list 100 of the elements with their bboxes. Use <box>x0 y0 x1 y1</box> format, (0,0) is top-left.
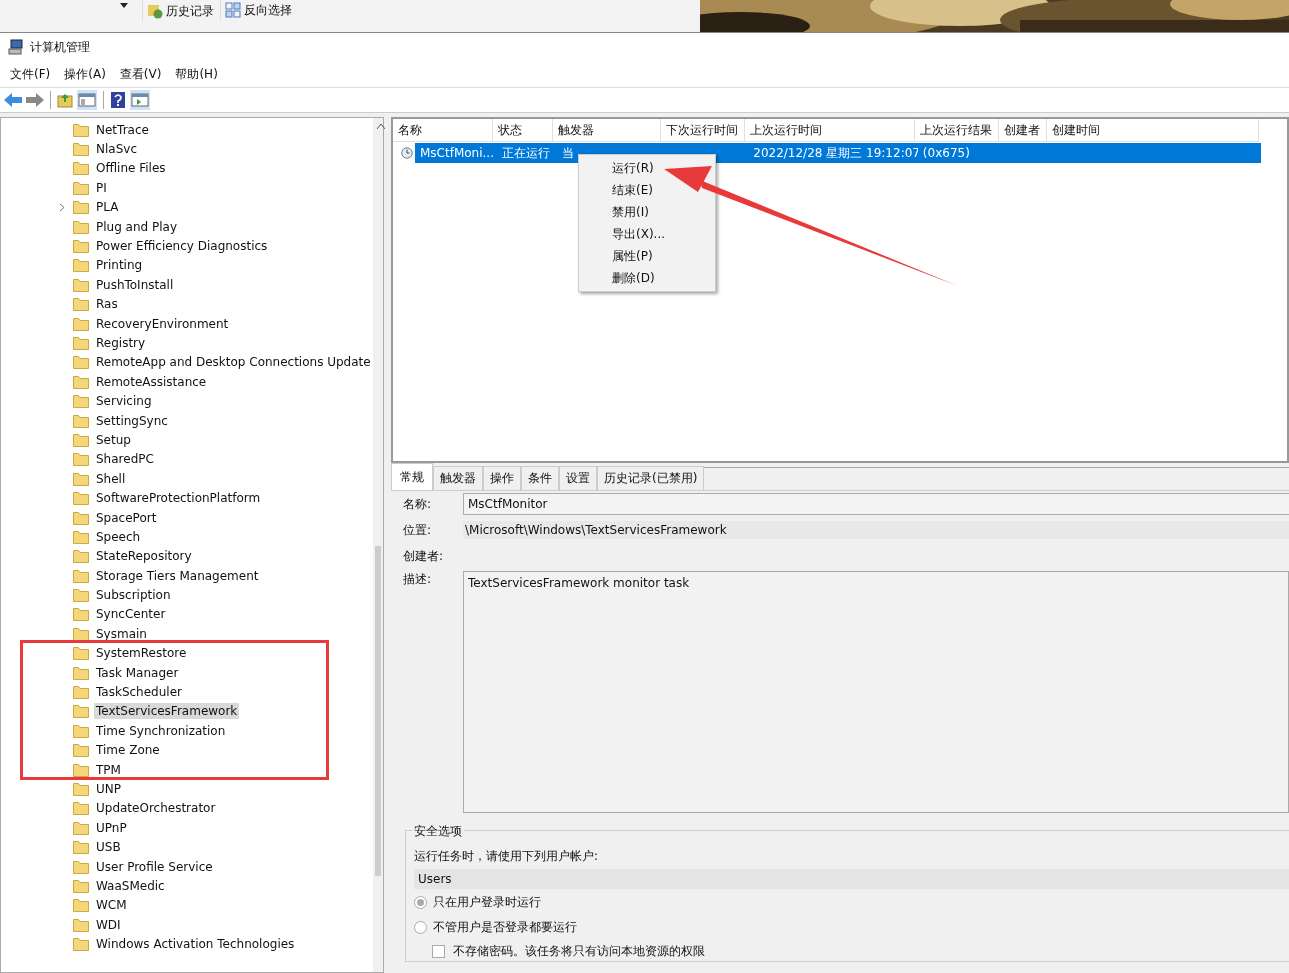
tree-item[interactable]: User Profile Service <box>94 858 215 875</box>
field-label: 描述: <box>403 571 433 588</box>
ribbon-button[interactable]: 反向选择 <box>220 0 296 20</box>
menu-item[interactable]: 帮助(H) <box>175 65 218 83</box>
tab[interactable]: 历史记录(已禁用) <box>597 466 705 490</box>
tree-item[interactable]: Task Manager <box>94 664 181 681</box>
show-hide-action-pane-icon[interactable] <box>130 90 150 110</box>
tree-item[interactable]: UNP <box>94 780 123 797</box>
folder-icon <box>73 820 89 835</box>
tree-item[interactable]: SoftwareProtectionPlatform <box>94 490 263 507</box>
tree-item[interactable]: TextServicesFramework <box>94 703 240 720</box>
forward-arrow-icon[interactable] <box>26 93 44 107</box>
tree-item[interactable]: Servicing <box>94 393 154 410</box>
radio-button[interactable] <box>414 920 427 934</box>
scroll-up-icon[interactable] <box>376 124 385 129</box>
tab[interactable]: 条件 <box>521 466 559 490</box>
tree-item[interactable]: Windows Activation Technologies <box>94 936 297 953</box>
folder-icon <box>73 685 89 699</box>
tab[interactable]: 常规 <box>391 463 433 490</box>
tree-item[interactable]: Time Synchronization <box>94 722 228 739</box>
tree-item[interactable]: WCM <box>94 897 129 914</box>
name-field[interactable]: MsCtfMonitor <box>463 493 1289 515</box>
tree-item[interactable]: Offline Files <box>94 160 168 177</box>
column-header[interactable]: 触发器 <box>553 119 661 141</box>
folder-icon <box>73 646 89 661</box>
tree-item[interactable]: Setup <box>94 431 133 448</box>
tree-item[interactable]: WDI <box>94 916 123 933</box>
column-header[interactable]: 上次运行时间 <box>745 119 915 141</box>
expand-chevron-icon[interactable] <box>59 202 65 212</box>
column-header[interactable]: 创建时间 <box>1047 119 1259 141</box>
tree-item[interactable]: Printing <box>94 257 145 274</box>
column-header[interactable]: 创建者 <box>999 119 1047 141</box>
tree-item[interactable]: PushToInstall <box>94 276 176 293</box>
column-header[interactable]: 状态 <box>493 119 553 141</box>
tree-item[interactable]: RemoteApp and Desktop Connections Update <box>94 354 373 371</box>
folder-icon <box>73 491 89 506</box>
folder-icon <box>73 180 89 195</box>
tree-item[interactable]: WaaSMedic <box>94 877 167 894</box>
column-header[interactable]: 下次运行时间 <box>661 119 745 141</box>
tree-item[interactable]: Shell <box>94 470 128 487</box>
computer-icon <box>8 39 24 55</box>
back-arrow-icon[interactable] <box>4 93 22 107</box>
tree-item[interactable]: Sysmain <box>94 625 149 642</box>
radio-label: 只在用户登录时运行 <box>433 893 541 911</box>
tree-item[interactable]: NetTrace <box>94 121 151 138</box>
tree-item[interactable]: SyncCenter <box>94 606 168 623</box>
tree-item[interactable]: TPM <box>94 761 123 778</box>
folder-icon <box>73 510 89 525</box>
menu-item[interactable]: 操作(A) <box>64 65 106 83</box>
folder-icon <box>73 394 89 409</box>
column-header[interactable]: 名称 <box>393 119 493 141</box>
tree-item[interactable]: USB <box>94 839 123 856</box>
checkbox[interactable] <box>432 944 445 958</box>
tree-item[interactable]: TaskScheduler <box>94 684 184 700</box>
tree-item[interactable]: StateRepository <box>94 548 194 565</box>
menu-item[interactable]: 查看(V) <box>119 65 162 83</box>
tree-item[interactable]: UPnP <box>94 819 129 836</box>
field-label: 创建者: <box>403 547 445 565</box>
tree-item[interactable]: PI <box>94 179 109 196</box>
radio-button[interactable] <box>414 895 427 909</box>
tab[interactable]: 设置 <box>559 466 597 490</box>
folder-icon <box>73 801 89 816</box>
caret-icon[interactable] <box>120 3 128 8</box>
column-header[interactable]: 上次运行结果 <box>915 119 999 141</box>
tree-item[interactable]: SettingSync <box>94 412 170 429</box>
tab[interactable]: 触发器 <box>433 466 483 490</box>
tree-item[interactable]: Speech <box>94 528 143 545</box>
tree-item[interactable]: RecoveryEnvironment <box>94 315 231 332</box>
help-icon[interactable] <box>110 91 126 109</box>
scrollbar[interactable] <box>372 118 383 972</box>
tree-item[interactable]: Plug and Play <box>94 218 180 235</box>
folder-up-icon[interactable] <box>57 92 73 108</box>
clock-icon <box>401 147 413 159</box>
folder-icon <box>73 413 89 428</box>
menu-item[interactable]: 禁用(I) <box>579 201 715 223</box>
tree-item[interactable]: NlaSvc <box>94 141 139 158</box>
tree-item[interactable]: Power Efficiency Diagnostics <box>94 238 270 255</box>
show-hide-tree-icon[interactable] <box>77 90 97 110</box>
tab[interactable]: 操作 <box>483 466 521 490</box>
tree-item[interactable]: Time Zone <box>94 742 162 759</box>
tree-item[interactable]: Ras <box>94 296 120 313</box>
tree-item[interactable]: PLA <box>94 199 121 216</box>
tree-item[interactable]: SharedPC <box>94 451 156 468</box>
folder-icon <box>73 336 89 350</box>
menu-item[interactable]: 属性(P) <box>579 245 715 267</box>
folder-icon <box>73 917 89 932</box>
menu-item[interactable]: 结束(E) <box>579 179 715 201</box>
tree-item[interactable]: Subscription <box>94 587 173 604</box>
ribbon-button[interactable]: 历史记录 <box>142 1 218 21</box>
tree-item[interactable]: SystemRestore <box>94 645 189 662</box>
tree-item[interactable]: Storage Tiers Management <box>94 567 261 584</box>
tree-item[interactable]: Registry <box>94 335 148 351</box>
tree-item[interactable]: RemoteAssistance <box>94 373 209 390</box>
tree-item[interactable]: UpdateOrchestrator <box>94 800 218 817</box>
description-field[interactable]: TextServicesFramework monitor task <box>463 571 1289 813</box>
field-label: 名称: <box>403 495 433 513</box>
tree-item[interactable]: SpacePort <box>94 509 159 526</box>
menu-item[interactable]: 导出(X)... <box>579 223 715 245</box>
menu-item[interactable]: 文件(F) <box>10 65 51 83</box>
menu-item[interactable]: 删除(D) <box>579 267 715 289</box>
